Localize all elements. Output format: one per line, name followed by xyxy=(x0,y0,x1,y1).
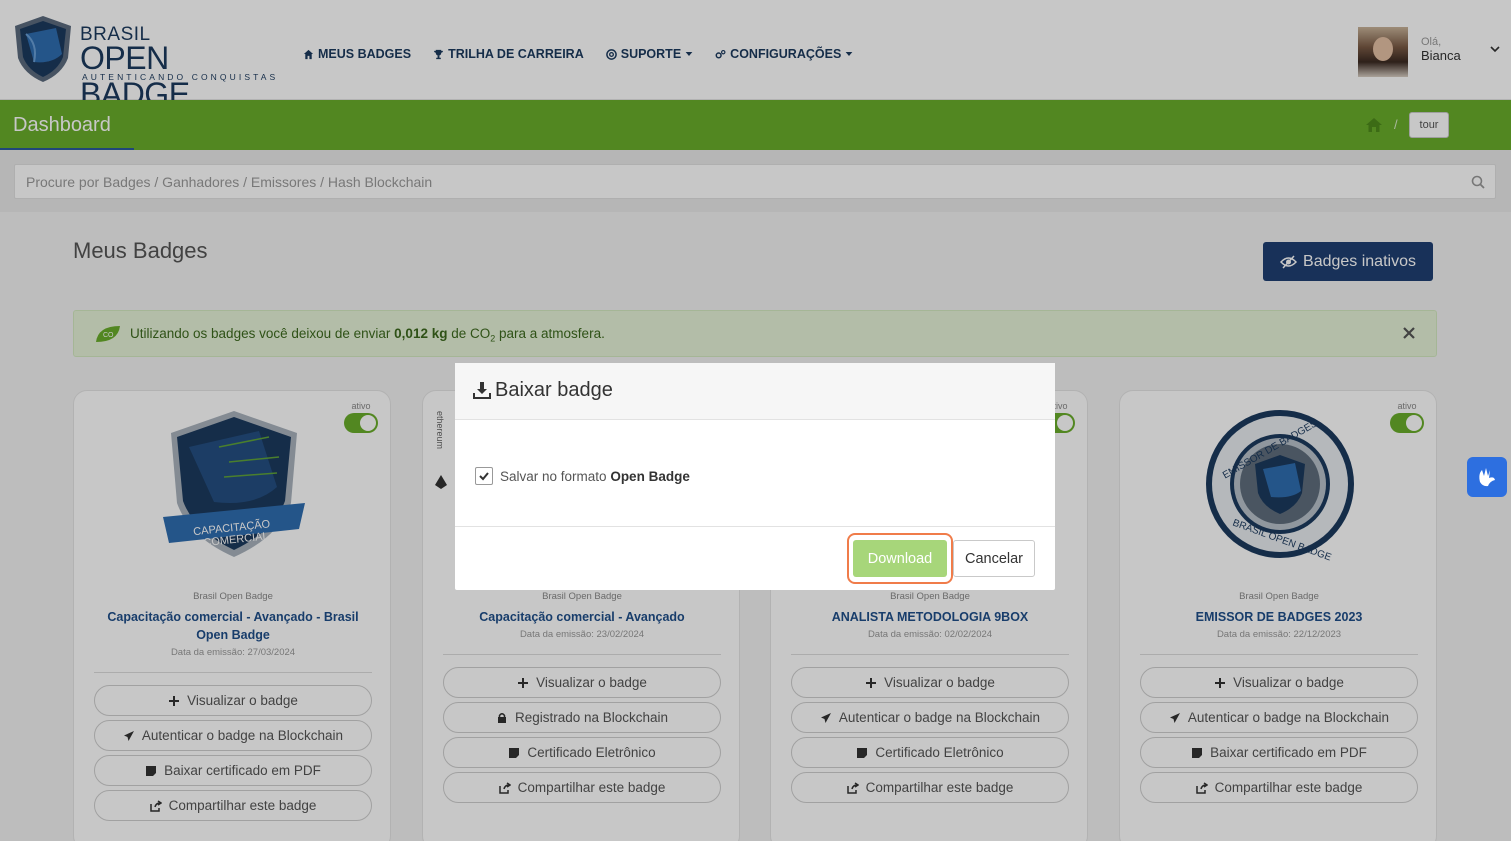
accessibility-sign-language-button[interactable] xyxy=(1467,457,1507,497)
download-icon xyxy=(473,382,491,399)
sign-language-hands-icon xyxy=(1479,468,1495,487)
download-badge-modal: Baixar badge Salvar no formato Open Badg… xyxy=(455,363,1055,590)
check-icon xyxy=(479,472,489,481)
modal-header: Baixar badge xyxy=(455,363,1055,420)
modal-footer-divider xyxy=(455,526,1055,527)
checkbox-label: Salvar no formato Open Badge xyxy=(500,468,690,484)
download-button[interactable]: Download xyxy=(853,540,947,577)
modal-title: Baixar badge xyxy=(495,379,613,401)
open-badge-format-option: Salvar no formato Open Badge xyxy=(475,467,690,485)
cancel-button[interactable]: Cancelar xyxy=(953,540,1035,577)
open-badge-checkbox[interactable] xyxy=(475,467,493,485)
